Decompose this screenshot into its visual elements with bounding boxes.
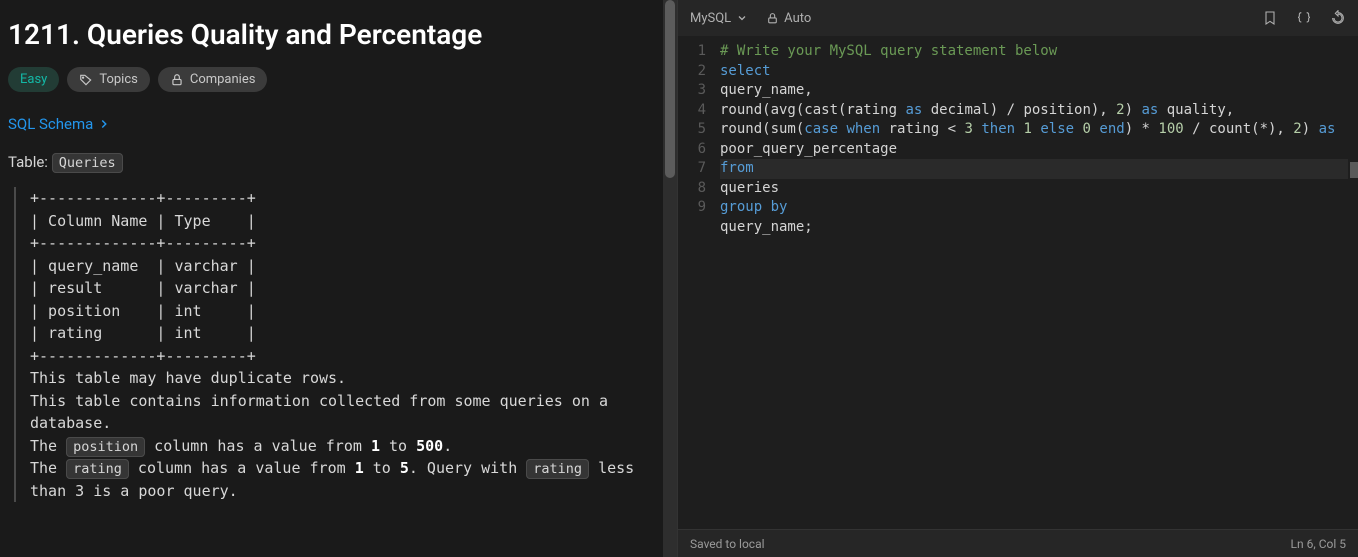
difficulty-tag: Easy — [8, 67, 59, 92]
chevron-right-icon — [97, 117, 111, 131]
rating-token-2: rating — [526, 459, 589, 479]
line-number: 1 — [678, 42, 706, 62]
braces-icon — [1296, 10, 1312, 26]
code-line[interactable]: query_name, — [720, 81, 1348, 101]
vertical-scrollbar[interactable] — [663, 0, 677, 557]
lock-icon — [766, 12, 779, 25]
code-line[interactable]: select — [720, 62, 1348, 82]
topics-label: Topics — [99, 72, 138, 87]
reset-button[interactable] — [1330, 10, 1346, 26]
sql-schema-label: SQL Schema — [8, 115, 93, 133]
editor-scroll-thumb[interactable] — [1350, 162, 1358, 178]
table-name: Queries — [52, 153, 123, 173]
line-number: 8 — [678, 179, 706, 199]
bookmark-button[interactable] — [1262, 10, 1278, 26]
companies-tag[interactable]: Companies — [158, 67, 268, 92]
line-gutter: 123456789 — [678, 42, 720, 529]
line-number: 9 — [678, 198, 706, 218]
reset-icon — [1330, 10, 1346, 26]
bookmark-icon — [1262, 10, 1278, 26]
companies-label: Companies — [190, 72, 256, 87]
cursor-position: Ln 6, Col 5 — [1291, 537, 1346, 551]
desc-line-1: This table may have duplicate rows. — [30, 367, 655, 390]
line-number: 3 — [678, 81, 706, 101]
lock-icon — [170, 73, 184, 87]
scrollbar-thumb[interactable] — [665, 0, 675, 178]
code-line[interactable]: group by — [720, 198, 1348, 218]
code-editor-pane: MySQL Auto 123456789 # Write your MySQL … — [677, 0, 1358, 557]
tag-icon — [79, 73, 93, 87]
tags-row: Easy Topics Companies — [8, 67, 655, 92]
format-button[interactable] — [1296, 10, 1312, 26]
code-line[interactable]: # Write your MySQL query statement below — [720, 42, 1348, 62]
auto-toggle[interactable]: Auto — [766, 11, 811, 26]
rating-sentence: The rating column has a value from 1 to … — [30, 457, 655, 502]
language-label: MySQL — [690, 11, 731, 26]
editor-status-bar: Saved to local Ln 6, Col 5 — [678, 529, 1358, 557]
editor-toolbar: MySQL Auto — [678, 0, 1358, 36]
line-number: 2 — [678, 62, 706, 82]
code-line[interactable]: query_name; — [720, 218, 1348, 238]
topics-tag[interactable]: Topics — [67, 67, 150, 92]
chevron-down-icon — [736, 12, 748, 24]
line-number: 7 — [678, 159, 706, 179]
desc-line-2: This table contains information collecte… — [30, 390, 655, 435]
problem-title: 1211. Queries Quality and Percentage — [8, 18, 655, 51]
rating-token: rating — [66, 459, 129, 479]
problem-description-pane: 1211. Queries Quality and Percentage Eas… — [0, 0, 663, 557]
code-line[interactable]: round(avg(cast(rating as decimal) / posi… — [720, 101, 1348, 121]
saved-status: Saved to local — [690, 537, 765, 551]
schema-table: +-------------+---------+ | Column Name … — [14, 187, 655, 367]
line-number: 5 — [678, 120, 706, 140]
code-lines[interactable]: # Write your MySQL query statement below… — [720, 42, 1358, 529]
line-number: 6 — [678, 140, 706, 160]
editor-area[interactable]: 123456789 # Write your MySQL query state… — [678, 36, 1358, 529]
code-line[interactable]: round(sum(case when rating < 3 then 1 el… — [720, 120, 1348, 159]
line-number: 4 — [678, 101, 706, 121]
code-line[interactable]: queries — [720, 179, 1348, 199]
language-selector[interactable]: MySQL — [690, 11, 748, 26]
problem-body: This table may have duplicate rows. This… — [14, 367, 655, 502]
position-token: position — [66, 437, 145, 457]
position-sentence: The position column has a value from 1 t… — [30, 435, 655, 458]
sql-schema-link[interactable]: SQL Schema — [8, 115, 111, 133]
table-label-row: Table: Queries — [8, 153, 655, 171]
table-label: Table: — [8, 153, 48, 171]
code-line[interactable]: from — [720, 159, 1348, 179]
auto-label: Auto — [784, 11, 811, 26]
